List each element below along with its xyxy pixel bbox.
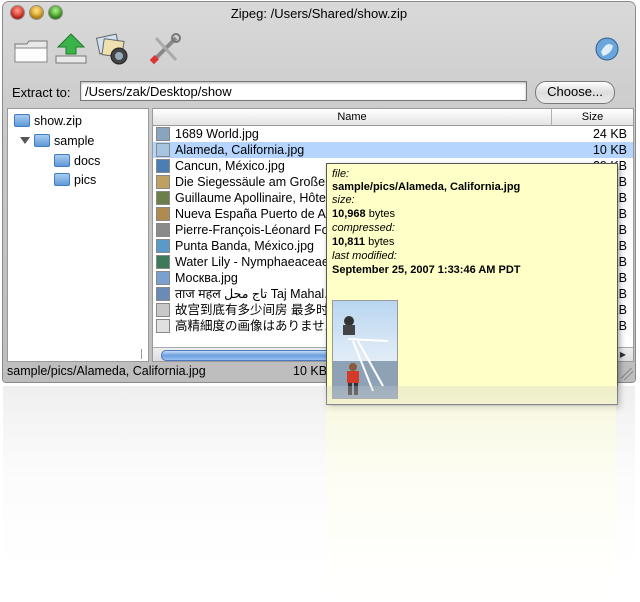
toolbar: [3, 26, 635, 76]
extract-row: Extract to: /Users/zak/Desktop/show Choo…: [3, 80, 635, 104]
window-title: Zipeg: /Users/Shared/show.zip: [230, 6, 408, 21]
image-thumbnail-icon: [156, 223, 170, 237]
extract-path-input[interactable]: /Users/zak/Desktop/show: [80, 81, 527, 101]
image-thumbnail-icon: [156, 255, 170, 269]
file-info-tooltip: file: sample/pics/Alameda, California.jp…: [326, 163, 618, 405]
file-name: Water Lily - Nymphaeaceae: [175, 255, 329, 269]
file-name: 1689 World.jpg: [175, 127, 259, 141]
scroll-right-arrow-icon[interactable]: ▶: [617, 350, 629, 360]
file-size: 10 KB: [592, 143, 627, 157]
tooltip-compressed-value: 10,811: [332, 236, 366, 248]
file-size: 24 KB: [592, 127, 627, 141]
image-thumbnail-icon: [156, 143, 170, 157]
image-thumbnail-icon: [156, 271, 170, 285]
folder-icon: [54, 173, 70, 186]
image-preview: [332, 300, 398, 399]
help-icon[interactable]: [591, 32, 627, 66]
extract-arrow-icon[interactable]: [53, 32, 89, 66]
tooltip-modified-key: last modified:: [332, 250, 397, 262]
extract-label: Extract to:: [12, 85, 71, 100]
folder-tree: show.zip sample docs pics: [7, 108, 149, 362]
tools-icon[interactable]: [148, 32, 184, 66]
file-name: 高精細度の画像はありません: [175, 319, 338, 333]
resize-grip[interactable]: [621, 368, 633, 380]
splitter-grip[interactable]: [141, 349, 149, 359]
image-thumbnail-icon: [156, 191, 170, 205]
status-path: sample/pics/Alameda, California.jpg: [7, 364, 206, 378]
image-thumbnail-icon: [156, 207, 170, 221]
file-name: ताज महल تاج محل Taj Mahal.jpg: [175, 287, 345, 301]
tooltip-size-key: size:: [332, 194, 355, 206]
tooltip-size-value: 10,968: [332, 208, 366, 220]
image-thumbnail-icon: [156, 287, 170, 301]
file-name: Москва.jpg: [175, 271, 238, 285]
folder-icon: [54, 154, 70, 167]
tree-item-label: docs: [74, 154, 101, 168]
image-thumbnail-icon: [156, 239, 170, 253]
choose-button[interactable]: Choose...: [535, 81, 615, 104]
file-name: Guillaume Apollinaire, Hôtel: [175, 191, 329, 205]
tooltip-compressed-line: 10,811 bytes: [332, 236, 394, 249]
tooltip-compressed-key: compressed:: [332, 222, 395, 234]
tree-item-pics[interactable]: pics: [54, 171, 96, 189]
disclosure-triangle-icon[interactable]: [20, 137, 30, 144]
tooltip-size-line: 10,968 bytes: [332, 208, 395, 221]
unzip-folder-icon[interactable]: [13, 32, 49, 66]
image-thumbnail-icon: [156, 319, 170, 333]
tree-item-label: show.zip: [34, 114, 82, 128]
zip-folder-icon: [14, 114, 30, 127]
tree-item-docs[interactable]: docs: [54, 152, 100, 170]
preview-camera-icon[interactable]: [95, 32, 131, 66]
file-name: 故宫到底有多少间房 最多时有: [175, 303, 341, 317]
window-reflection: [0, 386, 640, 602]
status-size: 10 KB: [293, 364, 328, 378]
file-name: Cancun, México.jpg: [175, 159, 285, 173]
tooltip-modified-value: September 25, 2007 1:33:46 AM PDT: [332, 264, 521, 276]
image-thumbnail-icon: [156, 127, 170, 141]
tooltip-file-value: sample/pics/Alameda, California.jpg: [332, 181, 521, 193]
tree-item-label: sample: [54, 134, 95, 148]
tree-item-root[interactable]: show.zip: [14, 112, 82, 130]
column-header-name[interactable]: Name: [153, 109, 552, 126]
table-row[interactable]: Alameda, California.jpg 10 KB: [153, 142, 633, 158]
title-bar[interactable]: Zipeg: /Users/Shared/show.zip: [3, 2, 635, 24]
tooltip-size-unit: bytes: [365, 208, 396, 220]
tooltip-compressed-unit: bytes: [365, 236, 395, 248]
tooltip-file-key: file:: [332, 168, 350, 180]
column-header-size[interactable]: Size: [552, 109, 633, 126]
tree-item-label: pics: [74, 173, 97, 187]
image-thumbnail-icon: [156, 159, 170, 173]
image-thumbnail-icon: [156, 303, 170, 317]
tree-item-sample[interactable]: sample: [20, 132, 94, 150]
file-name: Punta Banda, México.jpg: [175, 239, 314, 253]
file-name: Alameda, California.jpg: [175, 143, 305, 157]
image-thumbnail-icon: [156, 175, 170, 189]
reflection-fade: [0, 386, 640, 602]
folder-icon: [34, 134, 50, 147]
table-row[interactable]: 1689 World.jpg 24 KB: [153, 126, 633, 142]
